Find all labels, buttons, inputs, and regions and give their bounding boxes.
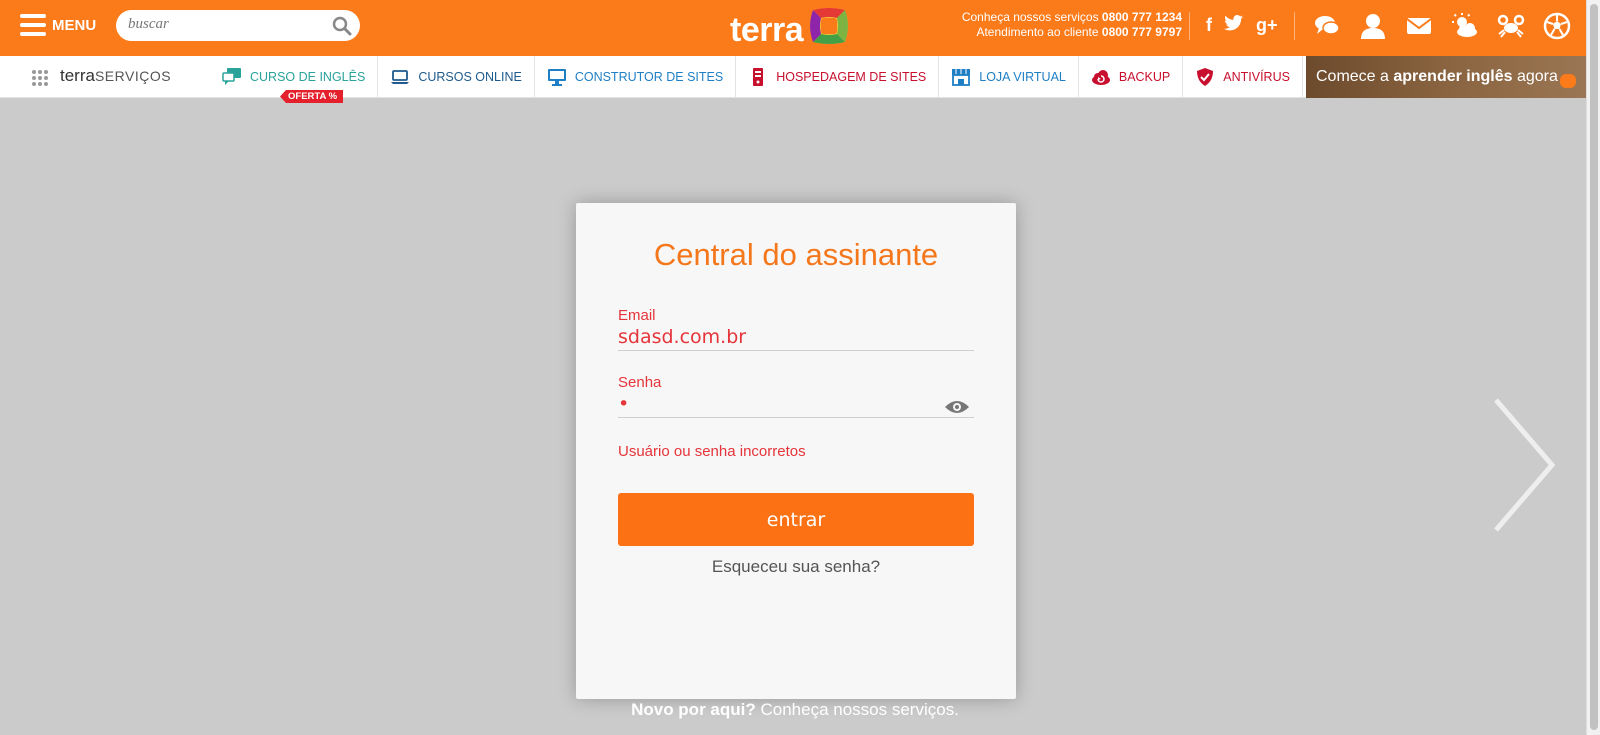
terra-logo-mark-icon xyxy=(810,8,849,44)
login-error-message: Usuário ou senha incorretos xyxy=(618,443,806,460)
brand-sub: SERVIÇOS xyxy=(94,68,172,84)
nav-label: HOSPEDAGEM DE SITES xyxy=(776,70,927,84)
google-plus-icon[interactable]: g+ xyxy=(1256,14,1278,37)
login-submit-button[interactable]: entrar xyxy=(618,493,974,546)
search-box xyxy=(116,10,360,41)
footer-text: Conheça nossos serviços. xyxy=(760,700,959,719)
password-field[interactable] xyxy=(618,391,974,417)
divider xyxy=(1294,12,1295,40)
divider xyxy=(1189,12,1190,40)
contact-info: Conheça nossos serviços 0800 777 1234 At… xyxy=(962,10,1182,40)
nav-label: CURSOS ONLINE xyxy=(418,70,522,84)
login-card: Central do assinante Email Senha Usuário… xyxy=(576,203,1016,699)
forgot-password-link[interactable]: Esqueceu sua senha? xyxy=(576,557,1016,577)
nav-antivirus[interactable]: ANTIVÍRUS xyxy=(1183,56,1303,98)
horoscope-button[interactable] xyxy=(1496,10,1526,42)
banner-suffix: agora xyxy=(1516,68,1558,85)
weather-button[interactable] xyxy=(1450,10,1480,42)
page-title: Central do assinante xyxy=(653,237,939,272)
soccer-ball-icon xyxy=(1543,12,1571,40)
contact-line1-prefix: Conheça nossos serviços xyxy=(961,10,1099,24)
chat-icon xyxy=(1315,16,1340,35)
footer-bold: Novo por aqui? xyxy=(631,700,756,719)
nav-backup[interactable]: BACKUP xyxy=(1079,56,1184,98)
scrollbar-thumb[interactable] xyxy=(1590,4,1598,730)
email-label: Email xyxy=(618,307,656,324)
speech-bubbles-icon xyxy=(222,68,241,85)
store-icon xyxy=(952,69,971,86)
header-tools xyxy=(1312,10,1572,42)
next-arrow-icon[interactable] xyxy=(1494,398,1558,532)
nav-label: ANTIVÍRUS xyxy=(1223,70,1290,84)
account-button[interactable] xyxy=(1358,10,1388,42)
cloud-backup-icon xyxy=(1091,70,1110,85)
crab-icon xyxy=(1497,14,1525,38)
services-nav: CURSO DE INGLÊS OFERTA % CURSOS ONLINE C… xyxy=(212,56,1303,103)
terra-servicos-brand[interactable]: terraSERVIÇOS xyxy=(60,66,171,86)
contact-line2-number: 0800 777 9797 xyxy=(1101,25,1182,39)
nav-label: CURSO DE INGLÊS xyxy=(250,70,366,84)
offer-badge: OFERTA % xyxy=(280,90,344,103)
banner-logo-icon xyxy=(1560,74,1576,88)
nav-hospedagem-de-sites[interactable]: HOSPEDAGEM DE SITES xyxy=(736,56,940,98)
nav-label: LOJA VIRTUAL xyxy=(979,70,1066,84)
logo-text: terra xyxy=(730,11,804,49)
hamburger-icon xyxy=(20,14,46,36)
mail-icon xyxy=(1406,18,1432,34)
contact-line1-number: 0800 777 1234 xyxy=(1101,10,1182,24)
contact-line2-prefix: Atendimento ao cliente xyxy=(976,25,1099,39)
nav-cursos-online[interactable]: CURSOS ONLINE xyxy=(378,56,535,98)
laptop-icon xyxy=(391,70,410,84)
search-icon[interactable] xyxy=(332,16,352,36)
banner-bold: aprender inglês xyxy=(1393,68,1513,85)
twitter-icon[interactable] xyxy=(1224,14,1244,37)
banner-prefix: Comece a xyxy=(1316,68,1389,85)
server-icon xyxy=(753,68,764,86)
brand-main: terra xyxy=(60,66,95,85)
search-input[interactable] xyxy=(128,16,328,33)
password-label: Senha xyxy=(618,374,662,391)
password-field-group: Senha xyxy=(618,374,974,418)
english-course-banner[interactable]: Comece a aprender inglês agora xyxy=(1306,56,1586,98)
monitor-icon xyxy=(547,69,566,86)
facebook-icon[interactable]: f xyxy=(1206,14,1212,37)
user-icon xyxy=(1361,14,1385,39)
top-bar: MENU terra Conheça nossos serviços 0800 … xyxy=(0,0,1586,56)
apps-grid-icon[interactable] xyxy=(32,70,48,86)
email-field-group: Email xyxy=(618,307,974,351)
shield-icon xyxy=(1197,68,1214,86)
mail-button[interactable] xyxy=(1404,10,1434,42)
nav-loja-virtual[interactable]: LOJA VIRTUAL xyxy=(939,56,1079,98)
sports-button[interactable] xyxy=(1542,10,1572,42)
menu-button[interactable]: MENU xyxy=(20,14,96,36)
menu-label: MENU xyxy=(52,16,97,34)
social-links: f g+ xyxy=(1206,14,1278,37)
nav-construtor-de-sites[interactable]: CONSTRUTOR DE SITES xyxy=(535,56,737,98)
new-user-link[interactable]: Novo por aqui? Conheça nossos serviços. xyxy=(0,700,1590,720)
weather-icon xyxy=(1452,13,1477,37)
nav-label: BACKUP xyxy=(1118,70,1171,84)
email-field[interactable] xyxy=(618,324,974,350)
password-underline xyxy=(618,417,974,418)
nav-curso-de-ingles[interactable]: CURSO DE INGLÊS OFERTA % xyxy=(212,56,379,103)
email-underline xyxy=(618,350,974,351)
show-password-eye-icon[interactable] xyxy=(944,398,970,416)
services-bar: terraSERVIÇOS CURSO DE INGLÊS OFERTA % C… xyxy=(0,56,1586,103)
chat-button[interactable] xyxy=(1312,10,1342,42)
nav-label: CONSTRUTOR DE SITES xyxy=(574,70,724,84)
terra-logo[interactable]: terra xyxy=(730,6,851,52)
page-scrollbar[interactable] xyxy=(1586,0,1600,735)
